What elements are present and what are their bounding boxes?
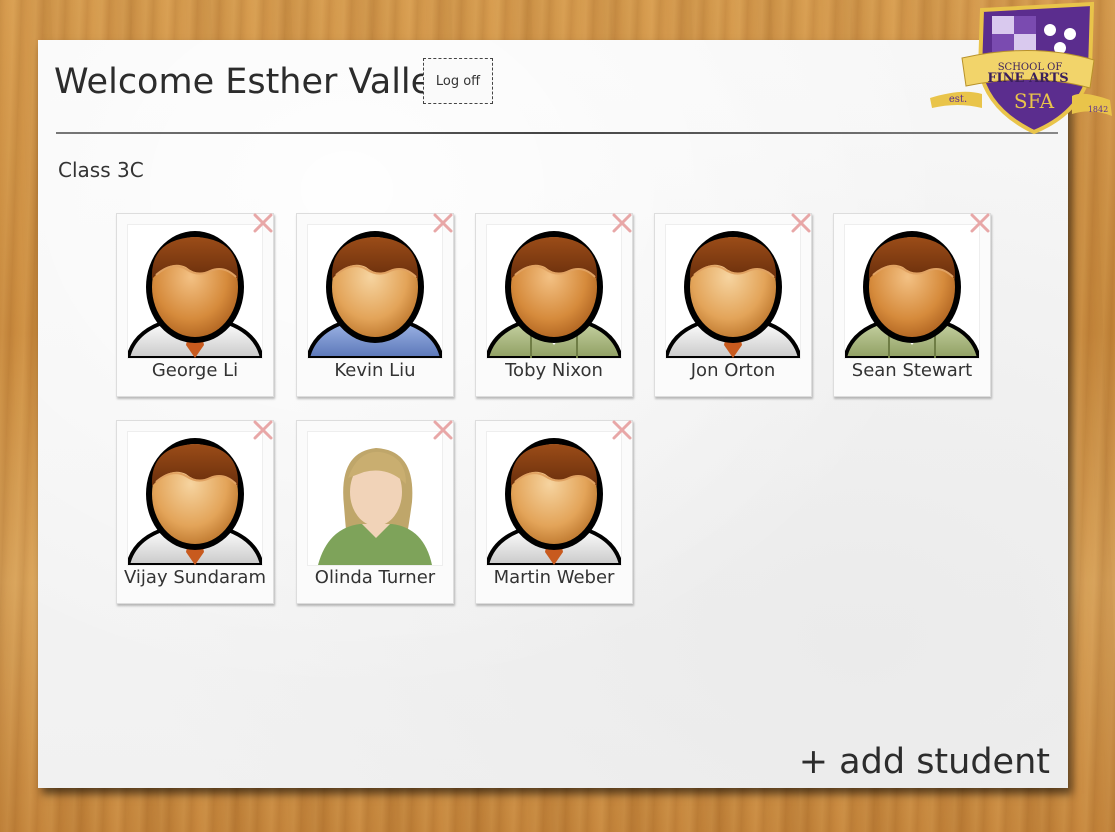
student-card[interactable]: Olinda Turner <box>296 420 454 604</box>
student-name: Olinda Turner <box>314 567 436 588</box>
remove-student-icon[interactable] <box>789 211 813 235</box>
crest-monogram: SFA <box>1014 89 1055 113</box>
student-card[interactable]: Vijay Sundaram <box>116 420 274 604</box>
student-card[interactable]: Sean Stewart <box>833 213 991 397</box>
student-card[interactable]: Toby Nixon <box>475 213 633 397</box>
student-name: George Li <box>151 360 239 381</box>
student-card[interactable]: George Li <box>116 213 274 397</box>
male-green-shirt-icon <box>844 224 980 359</box>
add-student-button[interactable]: + add student <box>799 742 1050 782</box>
student-card[interactable]: Kevin Liu <box>296 213 454 397</box>
crest-est: est. <box>949 94 967 105</box>
student-name: Toby Nixon <box>505 360 603 381</box>
remove-student-icon[interactable] <box>968 211 992 235</box>
male-shirt-tie-icon <box>127 224 263 359</box>
crest-year: 1842 <box>1088 105 1108 114</box>
class-label: Class 3C <box>58 158 144 182</box>
remove-student-icon[interactable] <box>251 211 275 235</box>
student-name: Vijay Sundaram <box>124 567 266 588</box>
remove-student-icon[interactable] <box>431 211 455 235</box>
male-green-shirt-icon <box>486 224 622 359</box>
male-shirt-tie-icon <box>486 431 622 566</box>
crest-line2: FINE ARTS <box>987 71 1068 86</box>
female-photo-icon <box>307 431 443 566</box>
header-divider <box>56 132 1058 134</box>
male-shirt-tie-icon <box>127 431 263 566</box>
remove-student-icon[interactable] <box>251 418 275 442</box>
student-name: Sean Stewart <box>851 360 973 381</box>
student-card[interactable]: Martin Weber <box>475 420 633 604</box>
student-name: Martin Weber <box>493 567 615 588</box>
student-name: Kevin Liu <box>334 360 416 381</box>
student-name: Jon Orton <box>690 360 776 381</box>
male-shirt-tie-icon <box>665 224 801 359</box>
log-off-button[interactable]: Log off <box>423 58 493 104</box>
paper-panel: Welcome Esther Valle! Log off Class 3C G… <box>38 40 1068 788</box>
remove-student-icon[interactable] <box>431 418 455 442</box>
remove-student-icon[interactable] <box>610 211 634 235</box>
student-card[interactable]: Jon Orton <box>654 213 812 397</box>
remove-student-icon[interactable] <box>610 418 634 442</box>
welcome-heading: Welcome Esther Valle! <box>54 62 447 102</box>
school-crest-logo: SCHOOL OF FINE ARTS SFA est. 1842 <box>930 1 1112 135</box>
male-sweater-icon <box>307 224 443 359</box>
